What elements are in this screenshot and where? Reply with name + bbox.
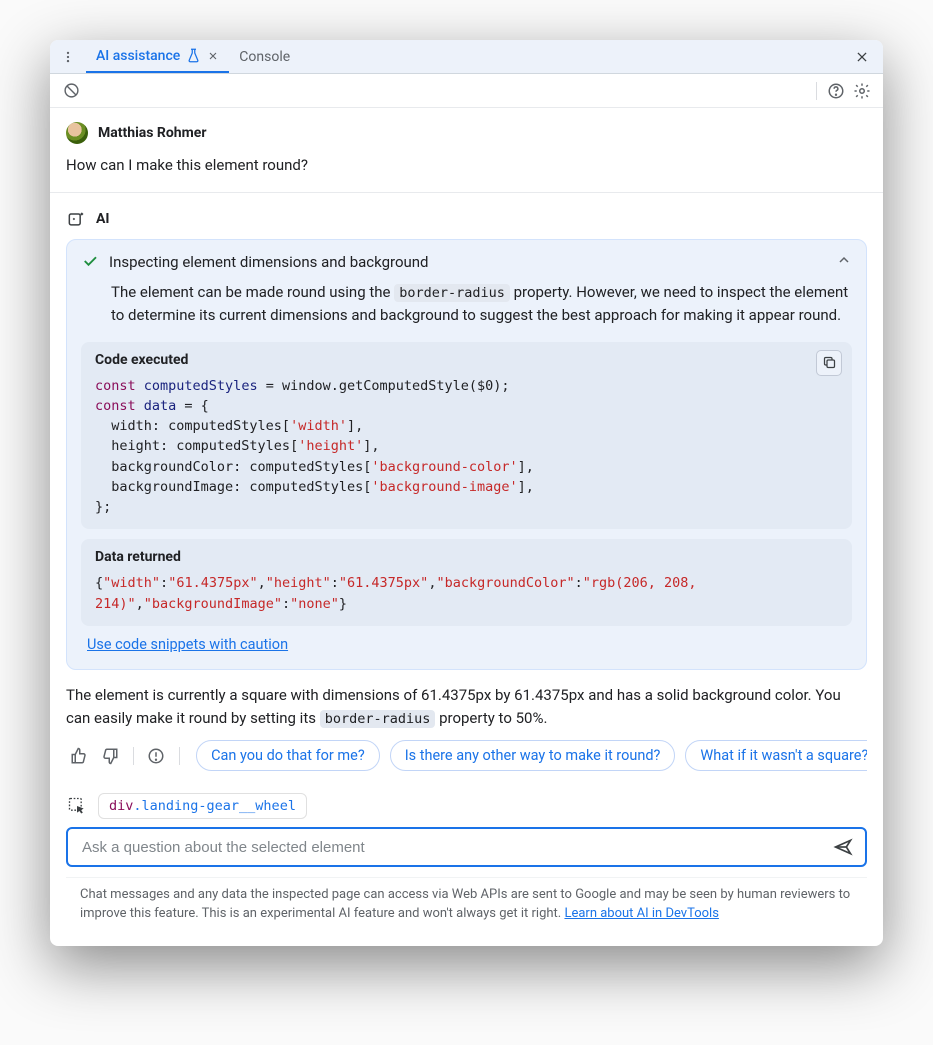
tab-label: Console xyxy=(239,49,290,65)
close-tab-icon[interactable] xyxy=(207,50,219,62)
code-content: const computedStyles = window.getCompute… xyxy=(95,376,838,518)
flask-icon xyxy=(186,48,201,63)
ai-header: AI xyxy=(66,193,867,239)
data-returned-box: Data returned {"width":"61.4375px","heig… xyxy=(81,539,852,626)
help-icon[interactable] xyxy=(823,78,849,104)
suggestion-chip[interactable]: What if it wasn't a square? xyxy=(685,740,867,771)
collapse-icon[interactable] xyxy=(836,252,852,268)
ai-label: AI xyxy=(96,211,110,227)
chat-input-row xyxy=(66,827,867,867)
settings-icon[interactable] xyxy=(849,78,875,104)
selected-element-badge[interactable]: div.landing-gear__wheel xyxy=(98,793,307,819)
inspection-panel: Inspecting element dimensions and backgr… xyxy=(66,239,867,670)
thumbs-up-icon[interactable] xyxy=(66,743,91,769)
suggestion-chip[interactable]: Is there any other way to make it round? xyxy=(390,740,676,771)
select-element-icon[interactable] xyxy=(66,795,88,817)
footer-disclaimer: Chat messages and any data the inspected… xyxy=(66,877,867,936)
panel-title: Inspecting element dimensions and backgr… xyxy=(109,252,826,271)
caution-link[interactable]: Use code snippets with caution xyxy=(87,636,288,653)
toolbar xyxy=(50,74,883,108)
checkmark-icon xyxy=(81,252,99,270)
block-icon[interactable] xyxy=(58,78,84,104)
suggestion-chips: Can you do that for me? Is there any oth… xyxy=(196,740,867,771)
ai-summary: The element is currently a square with d… xyxy=(66,684,867,731)
chat-content: Matthias Rohmer How can I make this elem… xyxy=(50,108,883,946)
action-row: Can you do that for me? Is there any oth… xyxy=(66,740,867,771)
panel-description: The element can be made round using the … xyxy=(111,281,852,328)
ai-sparkle-icon xyxy=(66,209,86,229)
user-question: How can I make this element round? xyxy=(66,156,867,174)
learn-more-link[interactable]: Learn about AI in DevTools xyxy=(564,906,718,921)
chat-input[interactable] xyxy=(80,838,829,857)
code-executed-box: Code executed const computedStyles = win… xyxy=(81,342,852,530)
suggestion-chip[interactable]: Can you do that for me? xyxy=(196,740,380,771)
context-row: div.landing-gear__wheel xyxy=(66,793,867,819)
data-content: {"width":"61.4375px","height":"61.4375px… xyxy=(95,573,838,614)
tab-console[interactable]: Console xyxy=(229,40,300,73)
devtools-window: AI assistance Console xyxy=(50,40,883,946)
kebab-menu-icon[interactable] xyxy=(56,45,80,69)
copy-button[interactable] xyxy=(816,350,842,376)
tab-ai-assistance[interactable]: AI assistance xyxy=(86,40,229,73)
codebox-title: Code executed xyxy=(95,352,838,368)
avatar xyxy=(66,122,88,144)
close-panel-icon[interactable] xyxy=(847,42,877,72)
inline-code: border-radius xyxy=(394,284,510,302)
inline-code: border-radius xyxy=(320,710,436,728)
user-header: Matthias Rohmer xyxy=(66,122,867,144)
report-icon[interactable] xyxy=(144,743,169,769)
tab-bar: AI assistance Console xyxy=(50,40,883,74)
caution-link-row: Use code snippets with caution xyxy=(87,636,852,653)
tab-label: AI assistance xyxy=(96,48,180,64)
send-button[interactable] xyxy=(829,833,857,861)
thumbs-down-icon[interactable] xyxy=(97,743,122,769)
codebox-title: Data returned xyxy=(95,549,838,565)
user-name: Matthias Rohmer xyxy=(98,125,206,141)
